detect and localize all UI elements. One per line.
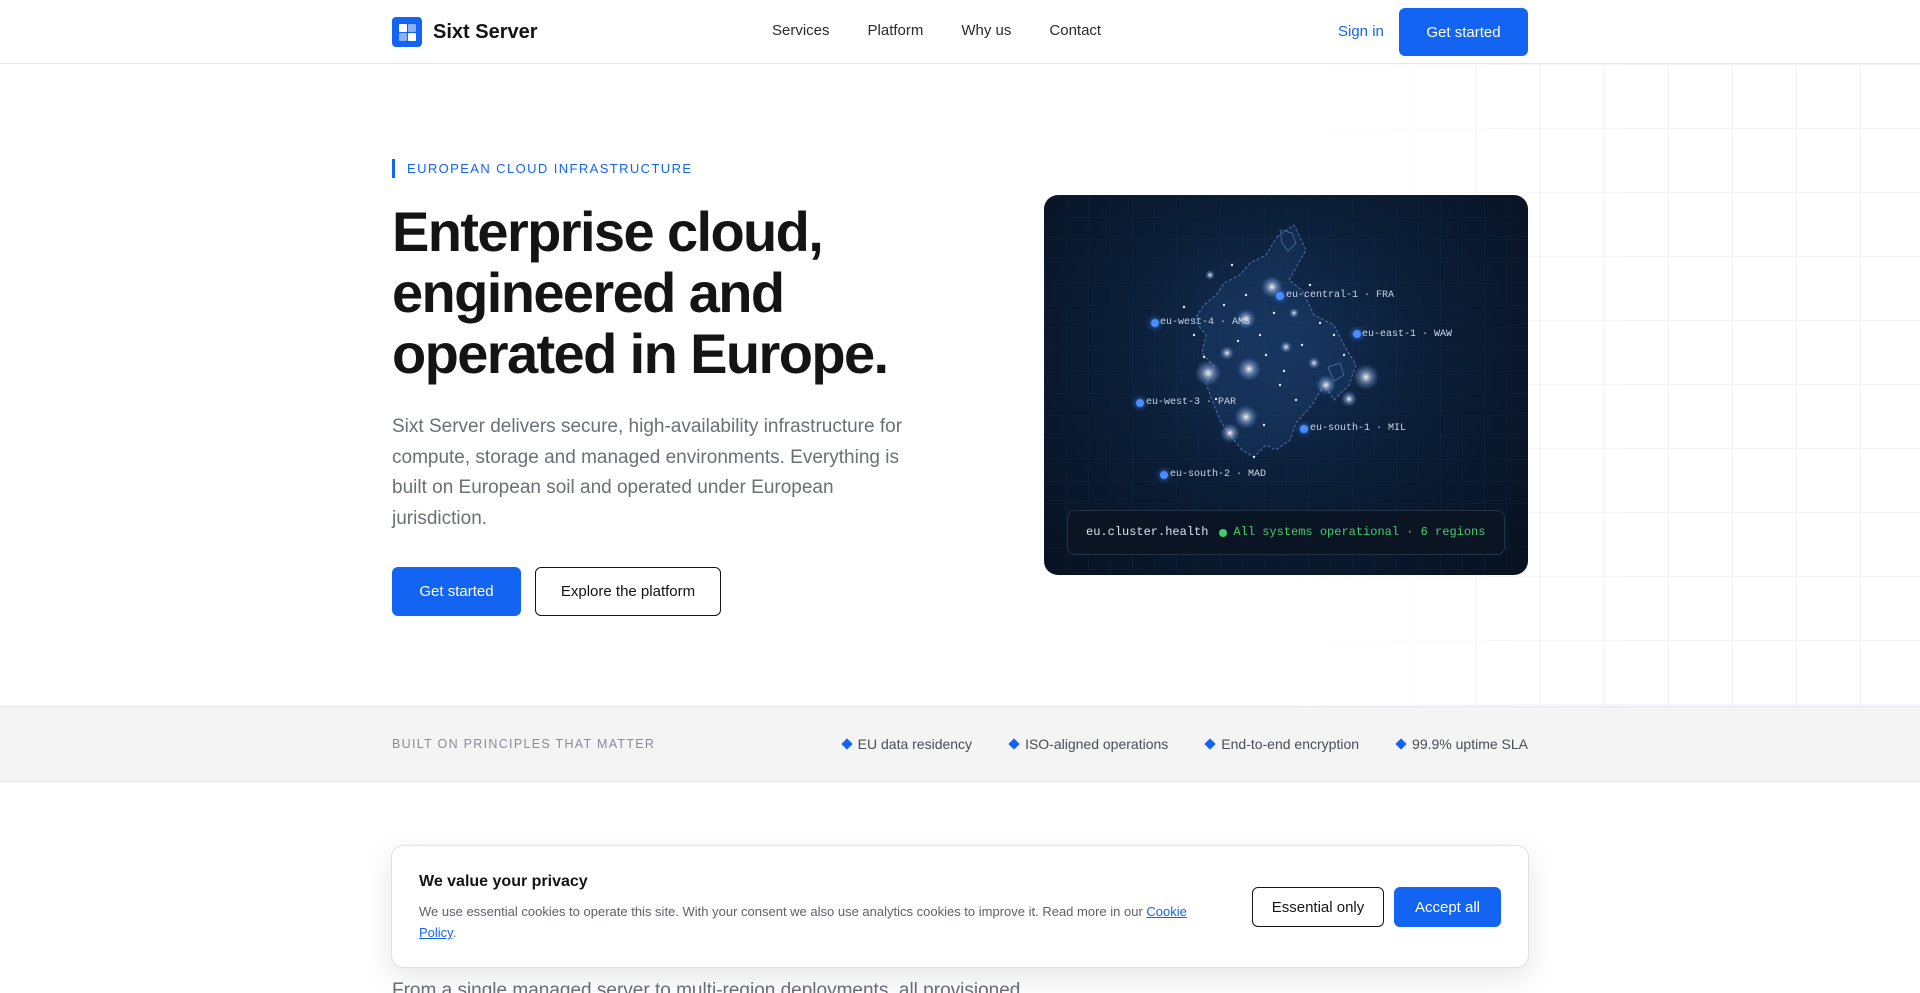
region-label-mil: eu-south-1 · MIL xyxy=(1310,423,1407,434)
principles-list: EU data residency ISO-aligned operations… xyxy=(840,736,1528,752)
diamond-icon xyxy=(840,738,853,750)
top-nav: Sixt Server Services Platform Why us Con… xyxy=(0,0,1920,64)
cluster-health-text: All systems operational · 6 regions xyxy=(1233,525,1486,539)
region-label-mad: eu-south-2 · MAD xyxy=(1170,469,1267,480)
hero-subtitle: Sixt Server delivers secure, high-availa… xyxy=(392,416,903,529)
sign-in-link[interactable]: Sign in xyxy=(1338,23,1384,40)
cluster-health-label: eu.cluster.health xyxy=(1086,525,1209,539)
diamond-icon xyxy=(1008,738,1020,750)
region-pin-ams[interactable] xyxy=(1151,319,1159,327)
region-label-ams: eu-west-4 · AMS xyxy=(1160,317,1251,328)
principles-label: BUILT ON PRINCIPLES THAT MATTER xyxy=(392,737,656,751)
nav-link-contact[interactable]: Contact xyxy=(1049,22,1101,39)
cookie-body: We use essential cookies to operate this… xyxy=(419,904,1147,919)
principle-label: EU data residency xyxy=(857,736,973,752)
explore-platform-button[interactable]: Explore the platform xyxy=(535,567,721,616)
cluster-health-bar: eu.cluster.health All systems operationa… xyxy=(1067,510,1505,555)
brand[interactable]: Sixt Server xyxy=(392,17,538,47)
essential-only-button[interactable]: Essential only xyxy=(1252,887,1384,927)
principle-label: ISO-aligned operations xyxy=(1025,736,1169,752)
principle-label: 99.9% uptime SLA xyxy=(1412,736,1528,752)
region-label-par: eu-west-3 · PAR xyxy=(1146,397,1237,408)
region-label-fra: eu-central-1 · FRA xyxy=(1286,290,1395,301)
region-pin-fra[interactable] xyxy=(1276,292,1284,300)
cluster-health-status: All systems operational · 6 regions xyxy=(1219,511,1485,554)
nav-link-why-us[interactable]: Why us xyxy=(961,22,1011,39)
accept-all-button[interactable]: Accept all xyxy=(1394,887,1501,927)
region-pin-mad[interactable] xyxy=(1160,471,1168,479)
nav-get-started-button[interactable]: Get started xyxy=(1399,8,1528,56)
principles-strip: BUILT ON PRINCIPLES THAT MATTER EU data … xyxy=(0,706,1920,782)
region-pin-waw[interactable] xyxy=(1353,330,1361,338)
status-ok-icon xyxy=(1219,528,1228,537)
hero-title: Enterprise cloud, engineered and operate… xyxy=(392,200,889,385)
principle-item: 99.9% uptime SLA xyxy=(1395,736,1528,752)
cookie-suffix: . xyxy=(452,925,457,940)
brand-logo-icon xyxy=(392,17,422,47)
diamond-icon xyxy=(1395,738,1407,750)
region-map-card: eu-central-1 · FRA eu-west-4 · AMS eu-ea… xyxy=(1044,195,1528,575)
nav-links: Services Platform Why us Contact xyxy=(772,22,1101,39)
nav-link-platform[interactable]: Platform xyxy=(868,22,924,39)
principle-item: ISO-aligned operations xyxy=(1008,736,1169,752)
next-section-intro: From a single managed server to multi-re… xyxy=(392,980,1021,993)
region-pin-mil[interactable] xyxy=(1300,425,1308,433)
brand-name: Sixt Server xyxy=(433,20,538,43)
cookie-text: We use essential cookies to operate this… xyxy=(419,901,1219,943)
hero-eyebrow: EUROPEAN CLOUD INFRASTRUCTURE xyxy=(392,159,692,178)
nav-link-services[interactable]: Services xyxy=(772,22,830,39)
principle-item: EU data residency xyxy=(840,736,973,752)
region-label-waw: eu-east-1 · WAW xyxy=(1362,329,1453,340)
cookie-title: We value your privacy xyxy=(419,873,588,890)
principle-label: End-to-end encryption xyxy=(1221,736,1360,752)
diamond-icon xyxy=(1204,738,1216,750)
hero-get-started-button[interactable]: Get started xyxy=(392,567,521,616)
region-pin-par[interactable] xyxy=(1136,399,1144,407)
cookie-banner: We value your privacy We use essential c… xyxy=(391,845,1529,968)
principle-item: End-to-end encryption xyxy=(1204,736,1360,752)
